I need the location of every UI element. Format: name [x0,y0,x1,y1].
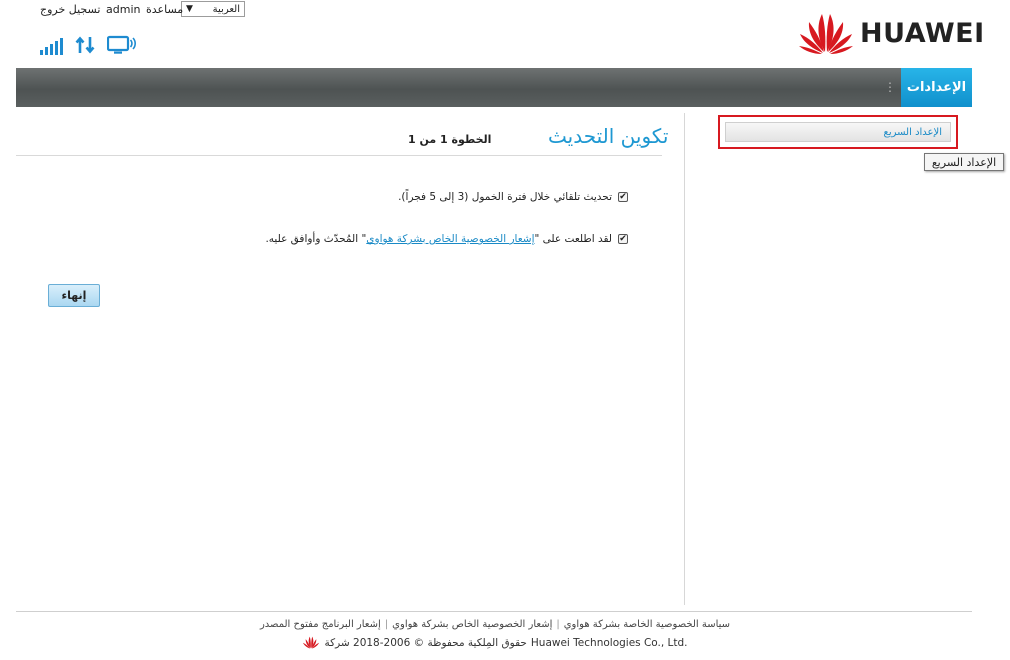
data-transfer-icon [75,36,95,54]
step-indicator: الخطوة 1 من 1 [408,133,492,146]
user-name: admin [106,3,141,16]
huawei-wordmark: HUAWEI [860,17,985,49]
footer-link-privacy-policy[interactable]: سياسة الخصوصية الخاصة بشركة هواوي [564,619,730,630]
check-mark-icon: ✔ [619,233,627,244]
footer-link-privacy-notice[interactable]: إشعار الخصوصية الخاص بشركة هواوي [392,619,552,630]
sidebar-divider [684,113,685,605]
computer-connection-icon [107,35,136,54]
language-select[interactable]: ▼ العربية [181,1,245,17]
copyright-text: حقوق المِلكية محفوظة © 2006-2018 شركة [324,636,527,649]
language-select-value: العربية [212,3,240,15]
main-nav-bar: ⋮ الإعدادات [16,68,972,107]
option-privacy-agreement: ✔ لقد اطلعت على " إشعار الخصوصية الخاص ب… [265,233,628,245]
footer-divider [16,611,972,612]
signal-strength-icon [40,38,63,55]
sidebar-item-label: الإعداد السريع [725,122,951,142]
privacy-agree-checkbox[interactable]: ✔ [618,234,628,244]
chevron-down-icon: ▼ [186,4,193,14]
logout-link[interactable]: تسجيل خروج [40,3,100,16]
status-icons [40,33,137,55]
privacy-label-suffix: " المُحدّث وأوافق عليه. [265,233,367,245]
privacy-label-prefix: لقد اطلعت على " [534,233,612,245]
tab-settings[interactable]: الإعدادات [901,68,972,107]
huawei-logo: HUAWEI [798,12,985,54]
huawei-flower-icon [799,14,853,54]
help-link[interactable]: مساعدة [146,3,183,16]
check-mark-icon: ✔ [619,191,627,202]
title-divider [16,155,662,156]
nav-more-icon[interactable]: ⋮ [884,80,896,94]
footer-links: سياسة الخصوصية الخاصة بشركة هواوي|إشعار … [259,619,731,630]
footer-copyright: حقوق المِلكية محفوظة © 2006-2018 شركة Hu… [0,636,990,649]
privacy-notice-link[interactable]: إشعار الخصوصية الخاص بشركة هواوي [366,233,534,245]
option-auto-update: ✔ تحديث تلقائي خلال فترة الخمول (3 إلى 5… [398,191,628,203]
footer-link-open-source[interactable]: إشعار البرنامج مفتوح المصدر [260,619,381,630]
auto-update-label: تحديث تلقائي خلال فترة الخمول (3 إلى 5 ف… [398,191,612,203]
copyright-company: Huawei Technologies Co., Ltd. [530,636,688,649]
sidebar-item-quick-setup[interactable]: الإعداد السريع [718,115,958,149]
page-title: تكوين التحديث [548,124,669,148]
tooltip: الإعداد السريع [924,153,1004,171]
finish-button[interactable]: إنهاء [48,284,100,307]
auto-update-checkbox[interactable]: ✔ [618,192,628,202]
huawei-flower-icon [303,636,320,649]
